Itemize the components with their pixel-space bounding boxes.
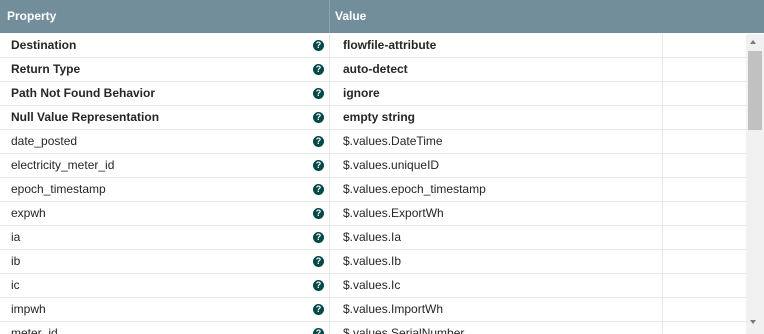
column-divider	[329, 202, 330, 226]
column-divider	[662, 34, 663, 58]
column-divider	[662, 154, 663, 178]
help-icon[interactable]: ?	[313, 208, 324, 219]
vertical-scrollbar[interactable]	[746, 34, 764, 334]
column-divider	[662, 322, 663, 334]
property-name: meter_id	[11, 326, 58, 334]
table-row[interactable]: ib? $.values.Ib	[0, 250, 746, 274]
table-row[interactable]: meter_id? $.values.SerialNumber	[0, 322, 746, 334]
table-row[interactable]: Null Value Representation? empty string	[0, 106, 746, 130]
column-divider	[662, 178, 663, 202]
property-value[interactable]: $.values.uniqueID	[343, 154, 439, 177]
property-value[interactable]: $.values.ExportWh	[343, 202, 444, 225]
table-row[interactable]: ia? $.values.Ia	[0, 226, 746, 250]
scroll-down-arrow-icon[interactable]	[750, 320, 756, 324]
column-divider	[329, 250, 330, 274]
column-divider	[662, 298, 663, 322]
properties-table: Property Value Destination? flowfile-attr…	[0, 0, 764, 334]
help-icon[interactable]: ?	[313, 112, 324, 123]
column-divider	[329, 298, 330, 322]
table-row[interactable]: impwh? $.values.ImportWh	[0, 298, 746, 322]
table-row[interactable]: epoch_timestamp? $.values.epoch_timestamp	[0, 178, 746, 202]
help-icon[interactable]: ?	[313, 256, 324, 267]
table-row[interactable]: date_posted? $.values.DateTime	[0, 130, 746, 154]
property-name: impwh	[11, 302, 46, 316]
table-header: Property Value	[0, 0, 764, 33]
column-divider	[662, 226, 663, 250]
help-icon[interactable]: ?	[313, 160, 324, 171]
column-divider	[329, 0, 330, 33]
property-value[interactable]: auto-detect	[343, 58, 408, 81]
help-icon[interactable]: ?	[313, 64, 324, 75]
table-row[interactable]: ic? $.values.Ic	[0, 274, 746, 298]
help-icon[interactable]: ?	[313, 232, 324, 243]
property-value[interactable]: $.values.Ib	[343, 250, 401, 273]
property-value[interactable]: $.values.DateTime	[343, 130, 443, 153]
column-divider	[662, 130, 663, 154]
table-body: Destination? flowfile-attribute Return Typ…	[0, 34, 746, 334]
property-value[interactable]: ignore	[343, 82, 380, 105]
property-name: ib	[11, 254, 21, 268]
property-value[interactable]: empty string	[343, 106, 415, 129]
property-name: Null Value Representation	[11, 110, 160, 124]
table-row[interactable]: expwh? $.values.ExportWh	[0, 202, 746, 226]
column-divider	[662, 202, 663, 226]
column-divider	[329, 130, 330, 154]
column-divider	[662, 82, 663, 106]
table-row[interactable]: electricity_meter_id? $.values.uniqueID	[0, 154, 746, 178]
property-name: Return Type	[11, 62, 81, 76]
column-divider	[662, 106, 663, 130]
column-header-property[interactable]: Property	[7, 0, 56, 33]
property-name: Path Not Found Behavior	[11, 86, 155, 100]
column-divider	[329, 178, 330, 202]
column-divider	[329, 322, 330, 334]
scroll-up-arrow-icon[interactable]	[750, 40, 756, 44]
column-divider	[329, 226, 330, 250]
property-name: electricity_meter_id	[11, 158, 115, 172]
column-divider	[662, 250, 663, 274]
table-row[interactable]: Return Type? auto-detect	[0, 58, 746, 82]
property-value[interactable]: flowfile-attribute	[343, 34, 436, 57]
help-icon[interactable]: ?	[313, 304, 324, 315]
property-value[interactable]: $.values.epoch_timestamp	[343, 178, 486, 201]
property-value[interactable]: $.values.Ia	[343, 226, 401, 249]
table-row[interactable]: Path Not Found Behavior? ignore	[0, 82, 746, 106]
property-value[interactable]: $.values.SerialNumber	[343, 322, 464, 334]
help-icon[interactable]: ?	[313, 136, 324, 147]
property-value[interactable]: $.values.Ic	[343, 274, 400, 297]
column-divider	[662, 58, 663, 82]
property-name: date_posted	[11, 134, 78, 148]
help-icon[interactable]: ?	[313, 280, 324, 291]
column-divider	[329, 58, 330, 82]
help-icon[interactable]: ?	[313, 184, 324, 195]
property-name: Destination	[11, 38, 77, 52]
property-name: epoch_timestamp	[11, 182, 106, 196]
column-header-value[interactable]: Value	[335, 0, 366, 33]
property-value[interactable]: $.values.ImportWh	[343, 298, 443, 321]
table-row[interactable]: Destination? flowfile-attribute	[0, 34, 746, 58]
scrollbar-thumb[interactable]	[748, 51, 762, 130]
column-divider	[329, 154, 330, 178]
property-name: expwh	[11, 206, 46, 220]
help-icon[interactable]: ?	[313, 328, 324, 334]
column-divider	[662, 274, 663, 298]
help-icon[interactable]: ?	[313, 40, 324, 51]
property-name: ia	[11, 230, 21, 244]
help-icon[interactable]: ?	[313, 88, 324, 99]
column-divider	[329, 34, 330, 58]
column-divider	[329, 82, 330, 106]
column-divider	[329, 274, 330, 298]
property-name: ic	[11, 278, 20, 292]
column-divider	[329, 106, 330, 130]
